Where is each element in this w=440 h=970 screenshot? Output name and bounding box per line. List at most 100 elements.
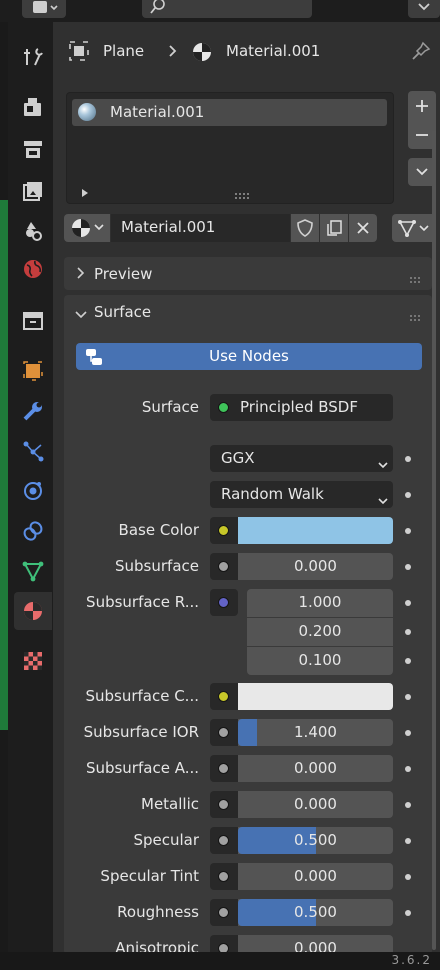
pin-button[interactable] [410,40,432,66]
keyframe-dot[interactable] [405,600,411,606]
keyframe-dot[interactable] [405,564,411,570]
surface-shader-name: Principled BSDF [240,398,358,416]
keyframe-dot[interactable] [405,492,411,498]
material-icon [191,41,213,67]
distribution-value: GGX [221,449,255,467]
surface-panel-title: Surface [94,303,152,321]
vector-socket-icon [218,597,229,608]
value-socket-icon [218,835,229,846]
close-icon [357,222,369,234]
breadcrumb-material: Material.001 [226,42,321,60]
keyframe-dot[interactable] [405,658,411,664]
keyframe-dot[interactable] [405,629,411,635]
editor-type-button[interactable] [22,0,66,18]
add-slot-button[interactable] [408,91,436,120]
property-label: Base Color [118,521,199,539]
tab-scene[interactable] [14,212,52,250]
tab-physics[interactable] [14,472,52,510]
color-swatch[interactable] [238,683,393,710]
new-material-button[interactable] [320,214,348,242]
tab-modifier[interactable] [14,392,52,430]
world-icon [24,260,42,278]
chevron-down-icon [416,168,428,176]
breadcrumb-object: Plane [103,42,145,60]
keyframe-dot[interactable] [405,730,411,736]
property-label: Roughness [117,903,199,921]
keyframe-dot[interactable] [405,456,411,462]
scene-icon [26,222,42,241]
scrollbar[interactable] [432,130,436,950]
tab-output[interactable] [14,130,52,168]
top-toolbar [0,0,440,22]
value-socket-icon [218,763,229,774]
options-dropdown-button[interactable] [408,0,440,18]
chevron-right-icon [168,44,178,62]
keyframe-dot[interactable] [405,874,411,880]
modifier-icon [23,402,42,421]
browse-material-button[interactable] [64,214,110,242]
tab-render[interactable] [14,88,52,126]
tab-particles[interactable] [14,432,52,470]
tab-object-data[interactable] [14,552,52,590]
constraints-icon [23,521,43,541]
surface-label: Surface [141,398,199,416]
material-name-text: Material.001 [121,218,216,236]
status-bar: 3.6.2 [0,952,440,970]
chevron-right-icon [76,266,86,284]
drag-handle-icon[interactable] [409,308,423,326]
tab-world[interactable] [14,250,52,288]
slider-value: 0.500 [294,903,337,921]
unlink-material-button[interactable] [349,214,377,242]
tab-view-layer[interactable] [14,172,52,210]
value-socket-icon [218,799,229,810]
value-socket-icon [218,871,229,882]
property-label: Subsurface R... [86,593,199,611]
keyframe-dot[interactable] [405,910,411,916]
search-input[interactable] [142,0,312,18]
tab-material[interactable] [14,592,52,630]
property-label: Subsurface A... [85,759,199,777]
shader-socket-icon [218,402,229,413]
property-label: Subsurface IOR [83,723,199,741]
keyframe-dot[interactable] [405,802,411,808]
color-socket-icon [218,691,229,702]
chevron-down-icon [419,225,429,232]
chevron-down-icon[interactable] [74,306,88,324]
material-preview-icon [78,103,96,121]
object-icon [68,40,90,66]
keyframe-dot[interactable] [405,766,411,772]
subsurface-method-value: Random Walk [221,485,324,503]
duplicate-icon [327,220,342,236]
property-label: Specular Tint [100,867,199,885]
tab-object[interactable] [14,352,52,390]
keyframe-dot[interactable] [405,838,411,844]
chevron-down-icon [377,455,389,473]
chevron-down-icon [377,491,389,509]
material-link-dropdown[interactable] [392,214,436,242]
tab-collection[interactable] [14,302,52,340]
keyframe-dot[interactable] [405,528,411,534]
tab-texture[interactable] [14,642,52,680]
keyframe-dot[interactable] [405,694,411,700]
color-socket-icon [218,525,229,536]
slider-value: 0.000 [294,795,337,813]
color-swatch[interactable] [238,517,393,544]
slider-value: 0.000 [294,557,337,575]
shield-icon [297,219,313,237]
tab-tool[interactable] [14,38,52,76]
pin-icon [412,41,431,60]
plus-icon [416,99,428,112]
fake-user-button[interactable] [291,214,319,242]
texture-icon [24,652,42,670]
chevron-down-icon [418,3,430,11]
slider-value: 0.000 [294,759,337,777]
value-socket-icon [218,561,229,572]
object-data-icon [398,220,416,237]
list-resize-handle-icon[interactable] [234,186,252,204]
tab-constraints[interactable] [14,512,52,550]
material-icon [24,602,42,620]
list-expand-triangle-icon[interactable] [80,184,90,202]
vector-z-value: 0.100 [298,651,342,669]
drag-handle-icon[interactable] [409,270,423,288]
vector-y-value: 0.200 [298,622,342,640]
